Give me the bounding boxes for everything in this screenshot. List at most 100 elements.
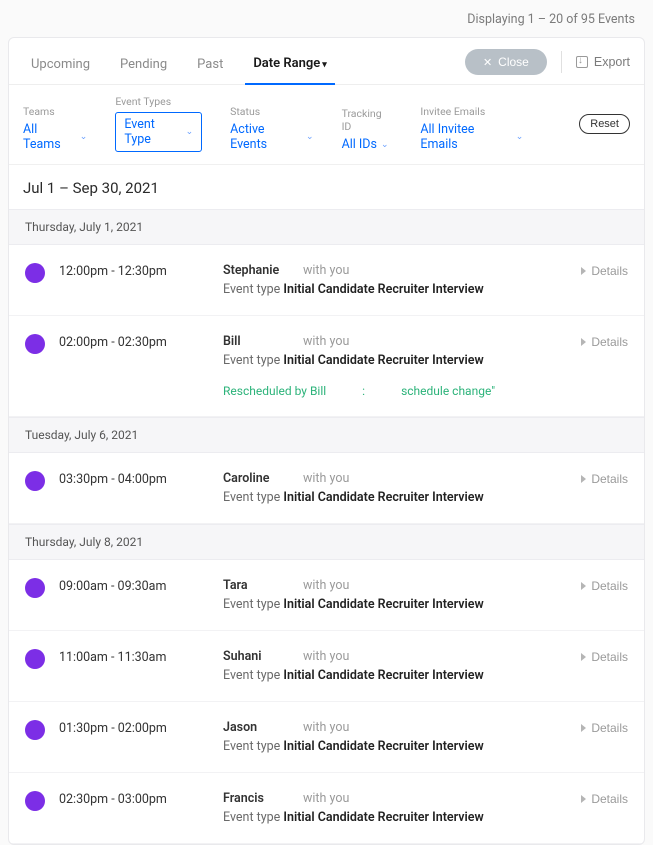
event-color-dot bbox=[25, 649, 45, 669]
invitee-name: Francis bbox=[223, 791, 293, 806]
event-time: 02:30pm - 03:00pm bbox=[59, 791, 209, 807]
filters-row: Teams All Teams ⌄ Event Types Event Type… bbox=[9, 85, 644, 164]
event-row: 03:30pm - 04:00pmCarolinewith youEvent t… bbox=[9, 453, 644, 524]
event-color-dot bbox=[25, 720, 45, 740]
triangle-right-icon bbox=[581, 338, 586, 346]
day-header: Thursday, July 1, 2021 bbox=[9, 209, 644, 245]
event-row: 11:00am - 11:30am Suhani with you Event typ… bbox=[9, 631, 644, 702]
details-button[interactable]: Details bbox=[581, 649, 628, 664]
details-button[interactable]: Details bbox=[581, 791, 628, 806]
invitee-name: Suhani bbox=[223, 649, 293, 664]
event-row: 09:00am - 09:30am Tarawith youEvent type … bbox=[9, 560, 644, 631]
events-panel: Upcoming Pending Past Date Range▾ ✕ Clos… bbox=[8, 37, 645, 845]
filter-teams-value[interactable]: All Teams ⌄ bbox=[23, 122, 87, 152]
details-label: Details bbox=[591, 721, 628, 735]
invitee-name: Tara bbox=[223, 578, 293, 593]
filter-tracking-id-value[interactable]: All IDs ⌄ bbox=[342, 137, 393, 152]
filter-invitee-emails: Invitee Emails All Invitee Emails ⌄ bbox=[420, 105, 523, 152]
filter-invitee-emails-value[interactable]: All Invitee Emails ⌄ bbox=[420, 122, 523, 152]
event-type-name: Initial Candidate Recruiter Interview bbox=[283, 282, 483, 297]
status-line: Displaying 1 – 20 of 95 Events bbox=[0, 0, 653, 37]
details-button[interactable]: Details bbox=[581, 263, 628, 278]
event-type-name: Initial Candidate Recruiter Interview bbox=[283, 739, 483, 754]
event-type-label: Event type bbox=[223, 739, 283, 754]
event-time: 11:00am - 11:30am bbox=[59, 649, 209, 665]
rescheduled-note: Rescheduled by Bill:schedule change" bbox=[223, 384, 567, 398]
event-color-dot bbox=[25, 471, 45, 491]
events-container: Thursday, July 1, 2021 12:00pm - 12:30pm S… bbox=[9, 209, 644, 844]
chevron-down-icon: ⌄ bbox=[306, 132, 314, 142]
invitee-name: Bill bbox=[223, 334, 293, 349]
details-button[interactable]: Details bbox=[581, 334, 628, 349]
with-you-label: with you bbox=[303, 263, 349, 278]
event-type-name: Initial Candidate Recruiter Interview bbox=[283, 668, 483, 683]
event-color-dot bbox=[25, 578, 45, 598]
event-type-name: Initial Candidate Recruiter Interview bbox=[283, 353, 483, 368]
filter-label: Invitee Emails bbox=[420, 105, 523, 118]
date-range-header: Jul 1 – Sep 30, 2021 bbox=[9, 164, 644, 209]
triangle-right-icon bbox=[581, 475, 586, 483]
event-type-name: Initial Candidate Recruiter Interview bbox=[283, 810, 483, 825]
export-label: Export bbox=[594, 55, 630, 69]
details-label: Details bbox=[591, 650, 628, 664]
export-button[interactable]: Export bbox=[576, 55, 630, 69]
close-button[interactable]: ✕ Close bbox=[465, 49, 547, 75]
event-color-dot bbox=[25, 791, 45, 811]
event-color-dot bbox=[25, 334, 45, 354]
day-header: Tuesday, July 6, 2021 bbox=[9, 417, 644, 453]
tab-date-range-label: Date Range bbox=[253, 56, 320, 71]
event-type-label: Event type bbox=[223, 668, 283, 683]
event-info: Carolinewith youEvent type Initial Candi… bbox=[223, 471, 567, 505]
details-button[interactable]: Details bbox=[581, 471, 628, 486]
details-label: Details bbox=[591, 579, 628, 593]
event-info: Bill with you Event type Initial Candidate… bbox=[223, 334, 567, 398]
event-time: 01:30pm - 02:00pm bbox=[59, 720, 209, 736]
event-type-label: Event type bbox=[223, 282, 283, 297]
details-button[interactable]: Details bbox=[581, 720, 628, 735]
event-type-label: Event type bbox=[223, 353, 283, 368]
triangle-right-icon bbox=[581, 653, 586, 661]
event-row: 12:00pm - 12:30pm Stephanie with you Event … bbox=[9, 245, 644, 316]
invitee-name: Stephanie bbox=[223, 263, 293, 278]
filter-value-text: All Teams bbox=[23, 122, 76, 152]
day-header: Thursday, July 8, 2021 bbox=[9, 524, 644, 560]
event-info: Jasonwith youEvent type Initial Candidat… bbox=[223, 720, 567, 754]
with-you-label: with you bbox=[303, 649, 349, 664]
with-you-label: with you bbox=[303, 720, 349, 735]
triangle-right-icon bbox=[581, 795, 586, 803]
close-label: Close bbox=[498, 55, 529, 69]
chevron-down-icon: ⌄ bbox=[186, 127, 194, 137]
details-label: Details bbox=[591, 472, 628, 486]
filter-status-value[interactable]: Active Events ⌄ bbox=[230, 122, 313, 152]
filter-value-text: All IDs bbox=[342, 137, 377, 152]
filter-event-types-value[interactable]: Event Type ⌄ bbox=[115, 112, 202, 152]
chevron-down-icon: ⌄ bbox=[80, 132, 88, 142]
with-you-label: with you bbox=[303, 471, 349, 486]
caret-down-icon: ▾ bbox=[322, 60, 327, 70]
tab-upcoming[interactable]: Upcoming bbox=[23, 49, 98, 84]
event-info: Franciswith youEvent type Initial Candid… bbox=[223, 791, 567, 825]
details-label: Details bbox=[591, 335, 628, 349]
event-info: Tarawith youEvent type Initial Candidate… bbox=[223, 578, 567, 612]
event-type-label: Event type bbox=[223, 810, 283, 825]
event-time: 12:00pm - 12:30pm bbox=[59, 263, 209, 279]
filter-value-text: Active Events bbox=[230, 122, 302, 152]
tab-pending[interactable]: Pending bbox=[112, 49, 175, 84]
filter-label: Teams bbox=[23, 105, 87, 118]
event-row: 02:00pm - 02:30pm Bill with you Event type … bbox=[9, 316, 644, 417]
triangle-right-icon bbox=[581, 724, 586, 732]
tab-past[interactable]: Past bbox=[189, 49, 231, 84]
triangle-right-icon bbox=[581, 267, 586, 275]
event-type-label: Event type bbox=[223, 597, 283, 612]
event-row: 01:30pm - 02:00pmJasonwith youEvent type… bbox=[9, 702, 644, 773]
tab-date-range[interactable]: Date Range▾ bbox=[245, 48, 334, 85]
filter-value-text: All Invitee Emails bbox=[420, 122, 511, 152]
details-label: Details bbox=[591, 792, 628, 806]
details-button[interactable]: Details bbox=[581, 578, 628, 593]
tabs-row: Upcoming Pending Past Date Range▾ ✕ Clos… bbox=[9, 38, 644, 85]
event-time: 09:00am - 09:30am bbox=[59, 578, 209, 594]
reset-button[interactable]: Reset bbox=[579, 114, 630, 134]
with-you-label: with you bbox=[303, 334, 349, 349]
filter-event-types: Event Types Event Type ⌄ bbox=[115, 95, 202, 152]
event-time: 02:00pm - 02:30pm bbox=[59, 334, 209, 350]
